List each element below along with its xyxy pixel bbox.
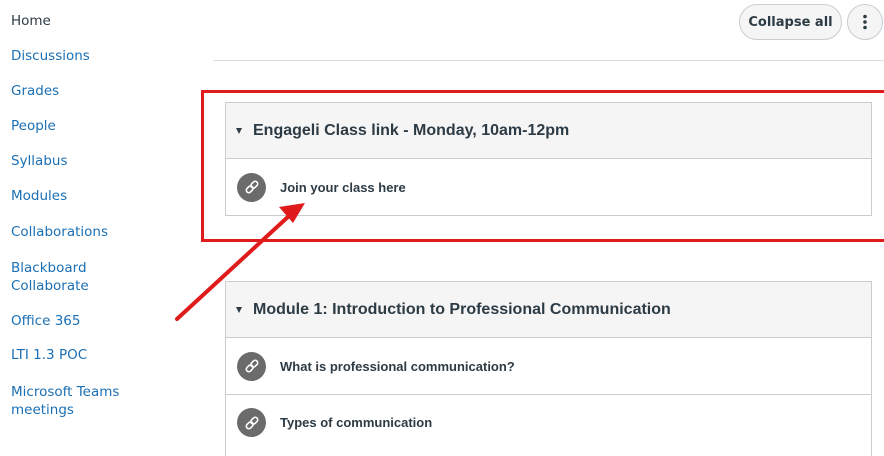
- nav-microsoft-teams-meetings[interactable]: Microsoft Teams meetings: [11, 383, 131, 419]
- nav-modules[interactable]: Modules: [11, 187, 181, 205]
- nav-discussions[interactable]: Discussions: [11, 47, 181, 65]
- header-divider: [214, 60, 884, 61]
- collapse-triangle-icon: [236, 307, 242, 313]
- nav-syllabus[interactable]: Syllabus: [11, 152, 181, 170]
- module-item[interactable]: Join your class here: [226, 159, 871, 215]
- nav-people[interactable]: People: [11, 117, 181, 135]
- link-icon: [237, 351, 266, 381]
- more-options-button[interactable]: [847, 4, 883, 40]
- module-item-title: What is professional communication?: [280, 358, 515, 374]
- module-header[interactable]: Engageli Class link - Monday, 10am-12pm: [226, 103, 871, 159]
- collapse-all-button[interactable]: Collapse all: [739, 4, 842, 40]
- nav-collaborations[interactable]: Collaborations: [11, 223, 181, 241]
- module-title: Module 1: Introduction to Professional C…: [253, 300, 671, 318]
- nav-office-365[interactable]: Office 365: [11, 312, 181, 330]
- module-engageli: Engageli Class link - Monday, 10am-12pm …: [225, 102, 872, 216]
- module-item-title: Join your class here: [280, 179, 406, 195]
- module-1: Module 1: Introduction to Professional C…: [225, 281, 872, 456]
- module-title: Engageli Class link - Monday, 10am-12pm: [253, 121, 570, 139]
- link-icon: [237, 408, 266, 437]
- nav-blackboard-collaborate[interactable]: Blackboard Collaborate: [11, 259, 121, 295]
- nav-home[interactable]: Home: [11, 12, 181, 30]
- module-header[interactable]: Module 1: Introduction to Professional C…: [226, 282, 871, 338]
- module-item-title: Types of communication: [280, 415, 433, 430]
- nav-lti-poc[interactable]: LTI 1.3 POC: [11, 346, 181, 364]
- module-item[interactable]: Types of communication: [226, 394, 871, 450]
- module-item[interactable]: What is professional communication?: [226, 338, 871, 394]
- collapse-triangle-icon: [236, 128, 242, 134]
- vertical-ellipsis-icon: [863, 14, 867, 30]
- link-icon: [237, 172, 266, 202]
- nav-grades[interactable]: Grades: [11, 82, 181, 100]
